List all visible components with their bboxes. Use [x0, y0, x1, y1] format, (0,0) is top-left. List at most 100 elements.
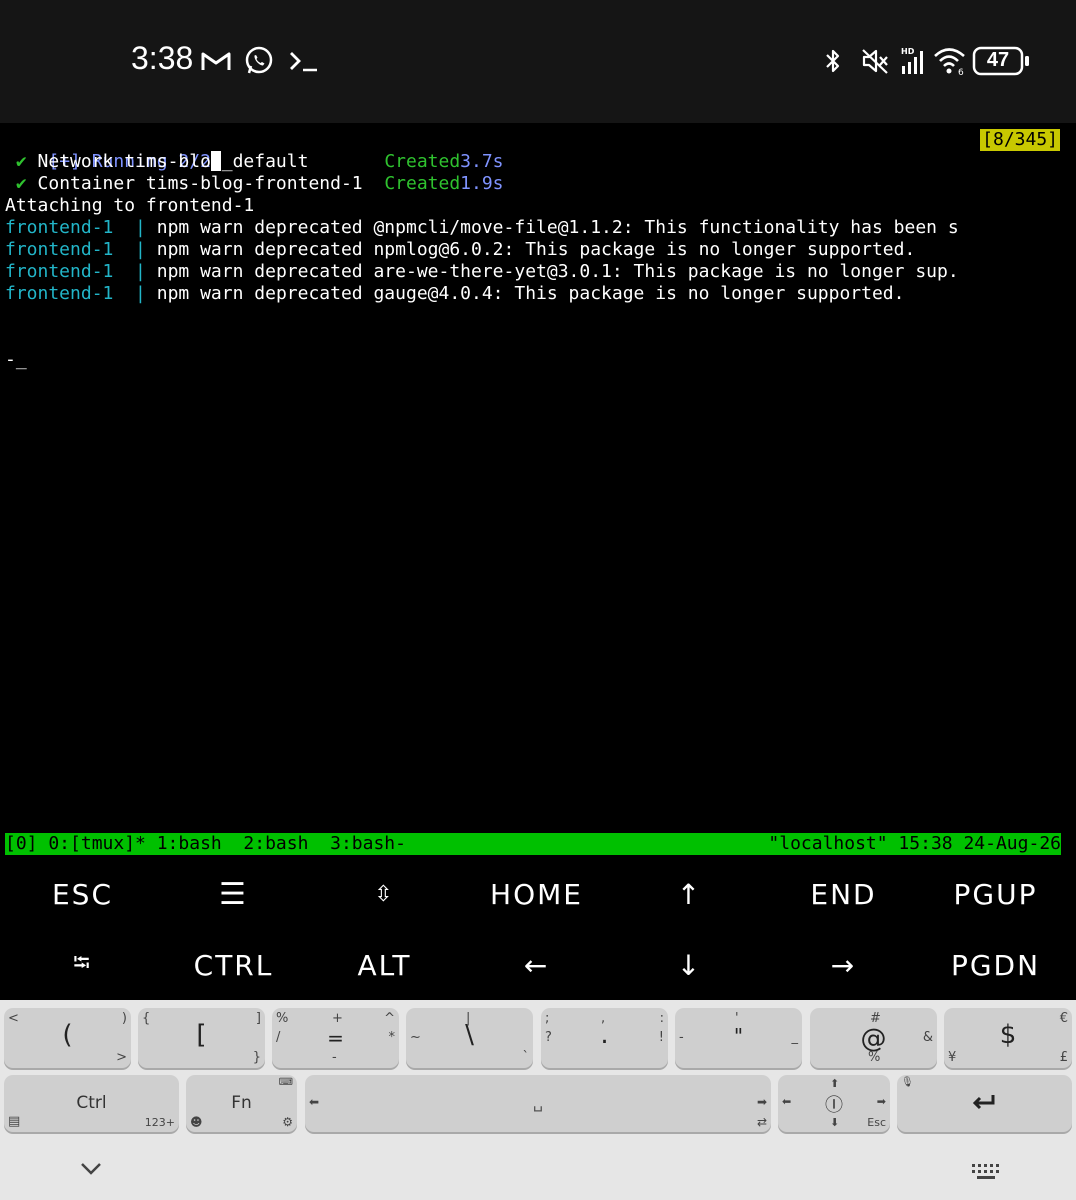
ctrl-key[interactable]: CTRL — [157, 930, 310, 1000]
cursor-key[interactable]: ⬆ ⬅ Ⓘ ➡ ⬇ Esc — [778, 1075, 890, 1132]
signal-badge: HD — [901, 47, 915, 56]
log-service: frontend-1 — [5, 261, 136, 282]
log-separator: | — [135, 217, 157, 238]
key-alt: } — [252, 1050, 261, 1065]
gmail-icon — [199, 44, 233, 78]
container-created-line: ✔ Container tims-blog-frontend-1 Created… — [5, 173, 504, 195]
check-icon: ✔ — [15, 173, 27, 194]
wifi-icon: 6 — [932, 44, 968, 78]
clipboard-icon: ▤ — [8, 1114, 21, 1129]
terminal-icon — [285, 44, 321, 78]
key-alt: * — [388, 1030, 396, 1045]
row-text: Network tims-blog_default — [26, 151, 385, 172]
end-key[interactable]: END — [767, 859, 920, 929]
row-status: Created — [384, 173, 461, 194]
enter-key[interactable]: 🎙 — [897, 1075, 1072, 1132]
extra-keys-bar: ESC ☰ ⇳ HOME ↑ END PGUP ⭾ CTRL ALT ← ↓ →… — [0, 858, 1076, 1000]
pgdn-key[interactable]: PGDN — [919, 930, 1072, 1000]
kb-fn-key[interactable]: ⌨ Fn ☻ ⚙ — [186, 1075, 297, 1132]
log-separator: | — [135, 261, 157, 282]
network-created-line: ✔ Network tims-blog_default Created3.7s — [5, 151, 504, 173]
dollar-key[interactable]: € $ ¥ £ — [944, 1008, 1072, 1068]
soft-keyboard: < ) ( > { ] [ } % + ^ / = * - | ~ \ ` ; … — [0, 1000, 1076, 1200]
up-arrow-key[interactable]: ↑ — [613, 859, 766, 929]
key-alt: ^ — [384, 1011, 395, 1026]
key-alt: ` — [522, 1050, 530, 1065]
prompt-cursor: -_ — [5, 349, 27, 370]
settings-icon: ⚙ — [282, 1115, 293, 1129]
key-alt: & — [922, 1030, 933, 1045]
keyboard-switch-icon[interactable] — [970, 1162, 1002, 1187]
collapse-keyboard-icon[interactable] — [78, 1158, 104, 1182]
log-separator: | — [135, 239, 157, 260]
key-alt: _ — [791, 1030, 799, 1045]
down-arrow-key[interactable]: ↓ — [613, 930, 766, 1000]
paren-key[interactable]: < ) ( > — [4, 1008, 131, 1068]
enter-icon — [972, 1095, 995, 1110]
resize-key[interactable]: ⇳ — [308, 859, 461, 929]
swap-icon: ⇄ — [756, 1115, 767, 1129]
row-time: 3.7s — [460, 151, 504, 172]
key-main: . — [600, 1020, 609, 1050]
equals-key[interactable]: % + ^ / = * - — [272, 1008, 399, 1068]
key-main: $ — [999, 1020, 1017, 1050]
log-service: frontend-1 — [5, 239, 136, 260]
space-key[interactable]: ⬅ ␣ ➡ ⇄ — [305, 1075, 771, 1132]
key-alt: - — [332, 1050, 337, 1065]
key-main: Ctrl — [76, 1093, 107, 1113]
quote-key[interactable]: ' - " _ — [675, 1008, 802, 1068]
bluetooth-icon — [818, 44, 848, 78]
key-main: " — [733, 1024, 744, 1048]
cursor-icon: Ⓘ — [825, 1095, 843, 1116]
log-line: frontend-1 | npm warn deprecated are-we-… — [5, 261, 959, 283]
tmux-windows[interactable]: [0] 0:[tmux]* 1:bash 2:bash 3:bash- — [5, 833, 406, 855]
left-arrow-key[interactable]: ← — [460, 930, 613, 1000]
emoji-icon: ☻ — [190, 1115, 203, 1129]
key-alt: £ — [1059, 1050, 1068, 1065]
tmux-host-clock: "localhost" 15:38 24-Aug-26 — [768, 833, 1061, 854]
key-main: ( — [62, 1020, 73, 1050]
wifi-badge: 6 — [958, 68, 964, 76]
keyboard-mini-icon: ⌨ — [278, 1077, 293, 1088]
at-key[interactable]: # @ & % — [810, 1008, 937, 1068]
log-line: frontend-1 | npm warn deprecated @npmcli… — [5, 217, 959, 239]
right-arrow-key[interactable]: → — [767, 930, 920, 1000]
terminal-output[interactable]: [+] Running 2/2 [8/345] ✔ Network tims-b… — [0, 123, 1076, 833]
key-alt: ¥ — [948, 1050, 957, 1065]
log-message: npm warn deprecated @npmcli/move-file@1.… — [156, 217, 959, 238]
row-text: Container tims-blog-frontend-1 — [26, 173, 385, 194]
alt-key[interactable]: ALT — [308, 930, 461, 1000]
key-main: \ — [465, 1020, 474, 1050]
battery-icon: 47 — [972, 46, 1030, 76]
period-key[interactable]: ; , : ? . ! — [541, 1008, 668, 1068]
status-bar: 3:38 HD 6 47 — [0, 0, 1076, 123]
esc-key[interactable]: ESC — [6, 859, 159, 929]
pgup-key[interactable]: PGUP — [919, 859, 1072, 929]
whatsapp-icon — [241, 44, 277, 78]
key-alt: > — [116, 1050, 127, 1065]
key-main: = — [327, 1026, 344, 1050]
key-alt: ! — [658, 1030, 664, 1045]
log-message: npm warn deprecated are-we-there-yet@3.0… — [156, 261, 959, 282]
log-line: frontend-1 | npm warn deprecated npmlog@… — [5, 239, 915, 261]
status-time: 3:38 — [131, 40, 194, 76]
kb-ctrl-key[interactable]: Ctrl ▤ 123+ — [4, 1075, 179, 1132]
arrow-right-icon: ➡ — [756, 1095, 767, 1109]
log-message: npm warn deprecated gauge@4.0.4: This pa… — [156, 283, 905, 304]
backslash-key[interactable]: | ~ \ ` — [406, 1008, 533, 1068]
check-icon: ✔ — [15, 151, 27, 172]
key-alt: 123+ — [144, 1116, 175, 1129]
tab-key[interactable]: ⭾ — [6, 930, 159, 1000]
bracket-key[interactable]: { ] [ } — [138, 1008, 265, 1068]
mute-icon — [858, 44, 892, 78]
log-service: frontend-1 — [5, 217, 136, 238]
arrow-down-icon: ⬇ — [830, 1116, 840, 1129]
pane-position-indicator: [8/345] — [980, 129, 1060, 151]
home-key[interactable]: HOME — [460, 859, 613, 929]
battery-level: 47 — [986, 49, 1010, 71]
arrow-up-icon: ⬆ — [830, 1077, 840, 1090]
log-service: frontend-1 — [5, 283, 136, 304]
menu-key[interactable]: ☰ — [157, 859, 310, 929]
row-time: 1.9s — [460, 173, 504, 194]
space-icon: ␣ — [532, 1093, 544, 1112]
